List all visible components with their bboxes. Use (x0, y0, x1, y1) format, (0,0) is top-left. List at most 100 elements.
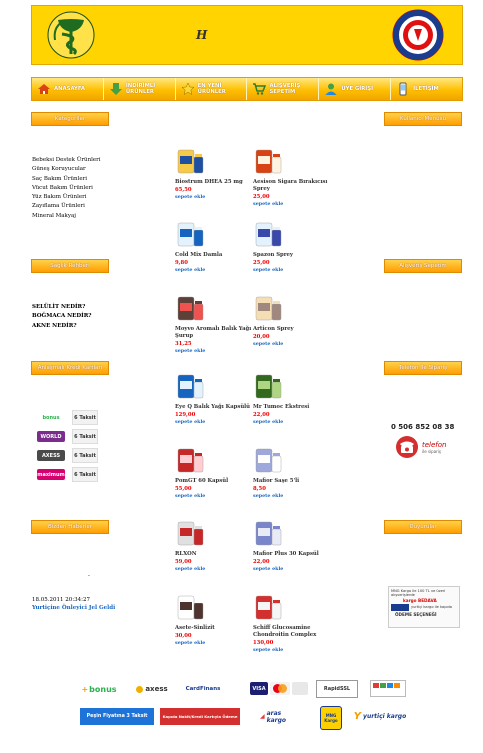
product-name[interactable]: Aesison Sigara Bırakıcısı Sprey (253, 179, 331, 193)
category-link[interactable]: Saç Bakım Ürünleri (32, 175, 101, 184)
health-guide-link[interactable]: SELÜLİT NEDİR? (32, 303, 92, 312)
product-image[interactable] (175, 372, 205, 400)
user-icon (324, 82, 338, 96)
product-name[interactable]: Articon Sprey (253, 326, 331, 333)
product-card[interactable]: Cold Mix Damla 9,80 sepete ekle (175, 220, 253, 274)
add-to-cart-link[interactable]: sepete ekle (175, 348, 253, 355)
product-card[interactable]: Mafior Plus 30 Kapsül 22,00 sepete ekle (253, 519, 331, 573)
product-image[interactable] (175, 593, 205, 621)
add-to-cart-link[interactable]: sepete ekle (175, 566, 253, 573)
product-card[interactable]: Mr Tumoc Ekstresi 22,00 sepete ekle (253, 372, 331, 426)
categories-header: Kategoriler (31, 112, 109, 126)
product-image[interactable] (175, 519, 205, 547)
health-guide-header: Sağlık Rehberi (31, 259, 109, 273)
news-dash: - (88, 573, 90, 579)
nav-item-i̇ndi̇ri̇mli̇[interactable]: İNDİRİMLİ ÜRÜNLER (104, 78, 176, 100)
nav-item-i̇leti̇şi̇m[interactable]: İLETİŞİM (391, 78, 462, 100)
category-link[interactable]: Yüz Bakım Ürünleri (32, 193, 101, 202)
nav-item-üye[interactable]: ÜYE GİRİŞİ (319, 78, 392, 100)
product-name[interactable]: Spazon Sprey (253, 252, 331, 259)
phone-icon (396, 82, 410, 96)
product-image[interactable] (175, 147, 205, 175)
nav-item-alişveri̇ş[interactable]: ALIŞVERİŞ SEPETİM (247, 78, 320, 100)
product-image[interactable] (175, 446, 205, 474)
product-image[interactable] (253, 147, 283, 175)
add-to-cart-link[interactable]: sepete ekle (253, 341, 331, 348)
credit-card-logo: maximum (37, 469, 65, 480)
product-name[interactable]: Mafior Saşe 5'li (253, 478, 331, 485)
phone-order-banner[interactable]: 0 506 852 08 38 telefon ile sipariş (391, 423, 459, 475)
category-link[interactable]: Zayıflama Ürünleri (32, 202, 101, 211)
product-card[interactable]: Schiff Glucosamine Chondroitin Complex 13… (253, 593, 331, 654)
amex-logo (292, 682, 308, 695)
product-image[interactable] (253, 220, 283, 248)
product-price: 8,50 (253, 486, 266, 492)
product-image[interactable] (175, 220, 205, 248)
product-image[interactable] (253, 519, 283, 547)
product-card[interactable]: Moyvo Aromalı Balık Yağı Şurup 31,25 sepet… (175, 294, 253, 355)
bonus-logo: + bonus (81, 684, 117, 694)
product-name[interactable]: Mr Tumoc Ekstresi (253, 404, 331, 411)
category-link[interactable]: Bebeksi Destek Ürünleri (32, 156, 101, 165)
product-card[interactable]: Eye Q Balık Yağı Kapsülü 129,00 sepete ekl… (175, 372, 253, 426)
category-link[interactable]: Mineral Makyaj (32, 212, 101, 221)
product-name[interactable]: Moyvo Aromalı Balık Yağı Şurup (175, 326, 253, 340)
product-image[interactable] (253, 446, 283, 474)
product-price: 20,00 (253, 334, 270, 340)
installment-badge: 6 Taksit (72, 429, 98, 444)
nav-item-anasayfa[interactable]: ANASAYFA (32, 78, 104, 100)
add-to-cart-link[interactable]: sepete ekle (175, 493, 253, 500)
add-to-cart-link[interactable]: sepete ekle (253, 566, 331, 573)
product-image[interactable] (253, 593, 283, 621)
health-guide-link[interactable]: BOĞMACA NEDİR? (32, 312, 92, 321)
add-to-cart-link[interactable]: sepete ekle (253, 493, 331, 500)
product-card[interactable]: Aesison Sigara Bırakıcısı Sprey 25,00 sepe… (253, 147, 331, 208)
add-to-cart-link[interactable]: sepete ekle (253, 201, 331, 208)
announcements-header: Duyurular (384, 520, 462, 534)
nav-label: ALIŞVERİŞ SEPETİM (269, 83, 301, 95)
product-card[interactable]: RLXON 59,00 sepete ekle (175, 519, 253, 573)
add-to-cart-link[interactable]: sepete ekle (253, 419, 331, 426)
product-name[interactable]: Cold Mix Damla (175, 252, 253, 259)
credit-card-row: maximum 6 Taksit (37, 467, 107, 482)
news-item[interactable]: 18.05.2011 20:34:27 Yurtiçine Önleyici J… (32, 596, 122, 612)
add-to-cart-link[interactable]: sepete ekle (175, 640, 253, 647)
health-guide-link[interactable]: AKNE NEDİR? (32, 322, 92, 331)
product-card[interactable]: Asete-Sinlizit 30,00 sepete ekle (175, 593, 253, 647)
news-headline[interactable]: Yurtiçine Önleyici Jel Geldi (32, 604, 122, 612)
category-link[interactable]: Güneş Koruyucular (32, 165, 101, 174)
product-name[interactable]: Mafior Plus 30 Kapsül (253, 551, 331, 558)
product-name[interactable]: Asete-Sinlizit (175, 625, 253, 632)
category-link[interactable]: Vücut Bakım Ürünleri (32, 184, 101, 193)
add-to-cart-link[interactable]: sepete ekle (175, 419, 253, 426)
phone-number: 0 506 852 08 38 (391, 423, 455, 431)
product-card[interactable]: Biostrum DHEA 25 mg 65,50 sepete ekle (175, 147, 253, 201)
product-card[interactable]: Mafior Saşe 5'li 8,50 sepete ekle (253, 446, 331, 500)
add-to-cart-link[interactable]: sepete ekle (175, 194, 253, 201)
nav-item-en[interactable]: EN YENİ ÜRÜNLER (176, 78, 248, 100)
pharmacy-logo[interactable] (46, 10, 96, 60)
add-to-cart-link[interactable]: sepete ekle (253, 647, 331, 654)
product-name[interactable]: RLXON (175, 551, 253, 558)
installment-badge: 6 Taksit (72, 467, 98, 482)
credit-card-row: bonus 6 Taksit (37, 410, 107, 425)
product-price: 130,00 (253, 640, 274, 646)
installment-badge: 6 Taksit (72, 448, 98, 463)
product-image[interactable] (253, 294, 283, 322)
add-to-cart-link[interactable]: sepete ekle (253, 267, 331, 274)
product-name[interactable]: PomGT 60 Kapsül (175, 478, 253, 485)
nav-label: ÜYE GİRİŞİ (341, 86, 374, 92)
product-image[interactable] (175, 294, 205, 322)
mastercard-logo (270, 682, 290, 695)
shipping-announcement[interactable]: MNG Kargo ile 100 TL ve üzeri alışverişl… (388, 586, 460, 628)
product-card[interactable]: PomGT 60 Kapsül 55,00 sepete ekle (175, 446, 253, 500)
product-image[interactable] (253, 372, 283, 400)
product-card[interactable]: Articon Sprey 20,00 sepete ekle (253, 294, 331, 348)
product-name[interactable]: Biostrum DHEA 25 mg (175, 179, 253, 186)
add-to-cart-link[interactable]: sepete ekle (175, 267, 253, 274)
product-name[interactable]: Eye Q Balık Yağı Kapsülü (175, 404, 253, 411)
product-card[interactable]: Spazon Sprey 25,00 sepete ekle (253, 220, 331, 274)
product-name[interactable]: Schiff Glucosamine Chondroitin Complex (253, 625, 331, 639)
nav-label: İNDİRİMLİ ÜRÜNLER (125, 83, 156, 95)
installment-badge: 6 Taksit (72, 410, 98, 425)
